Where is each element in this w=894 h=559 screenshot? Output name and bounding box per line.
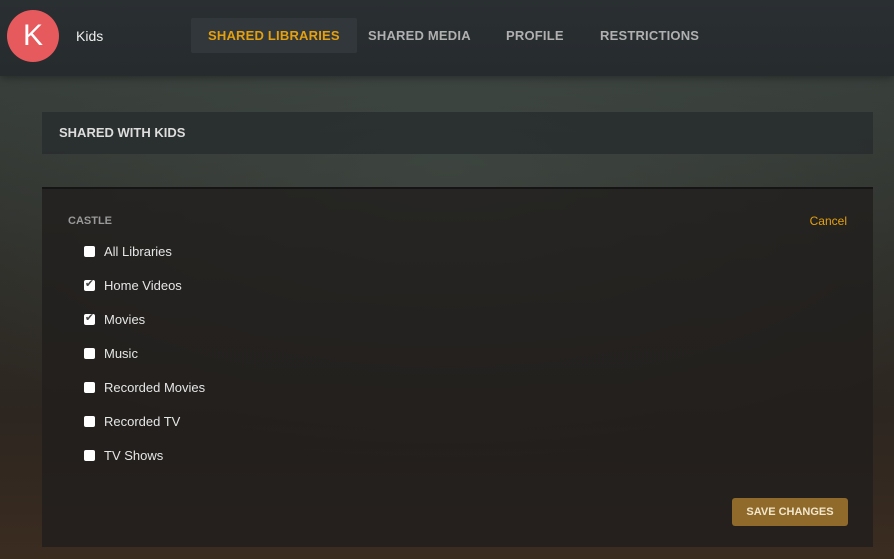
library-label: TV Shows [104,447,164,463]
library-label: Movies [104,311,146,327]
section-title: SHARED WITH KIDS [59,125,186,140]
library-checkbox[interactable] [84,449,95,461]
server-name: CASTLE [68,215,112,227]
cancel-link[interactable]: Cancel [810,214,847,228]
avatar[interactable]: K [7,10,59,62]
library-item[interactable]: Recorded Movies [84,377,205,397]
library-item[interactable]: All Libraries [84,241,172,261]
library-checkbox[interactable] [84,245,95,257]
library-checkbox[interactable]: ✔ [84,277,95,291]
library-item[interactable]: ✔ Movies [84,309,145,329]
username: Kids [76,28,104,44]
top-bar: K Kids SHARED LIBRARIES SHARED MEDIA PRO… [0,0,894,76]
tab-shared-libraries[interactable]: SHARED LIBRARIES [191,18,357,53]
check-icon: ✔ [84,311,95,324]
library-item[interactable]: TV Shows [84,445,163,465]
section-header: SHARED WITH KIDS [42,112,873,154]
library-checkbox[interactable] [84,347,95,359]
check-icon: ✔ [84,277,95,290]
library-checkbox[interactable] [84,415,95,427]
library-item[interactable]: ✔ Home Videos [84,275,182,295]
library-checkbox[interactable] [84,381,95,393]
library-label: Home Videos [104,277,182,293]
library-item[interactable]: Music [84,343,138,363]
library-label: All Libraries [104,243,172,259]
library-checkbox[interactable]: ✔ [84,311,95,325]
tab-shared-media[interactable]: SHARED MEDIA [368,18,471,53]
save-changes-button[interactable]: SAVE CHANGES [732,498,848,526]
library-label: Recorded Movies [104,379,206,395]
library-label: Music [104,345,138,361]
tab-profile[interactable]: PROFILE [506,18,564,53]
library-label: Recorded TV [104,413,181,429]
library-panel: CASTLE Cancel All Libraries ✔ Home Video… [42,187,873,547]
tab-restrictions[interactable]: RESTRICTIONS [600,18,699,53]
library-item[interactable]: Recorded TV [84,411,180,431]
